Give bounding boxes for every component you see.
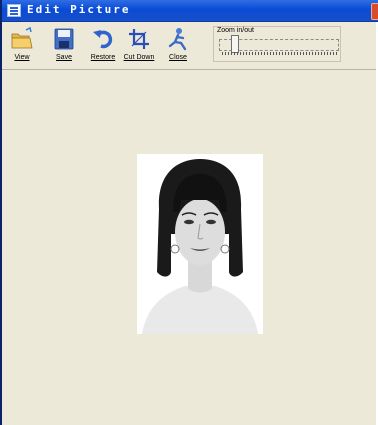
cut-down-label: Cut Down <box>123 54 155 61</box>
portrait-photo <box>137 154 263 334</box>
portrait-image <box>137 154 263 334</box>
crop-icon <box>129 29 149 49</box>
restore-label: Restore <box>90 54 116 61</box>
zoom-ticks <box>222 52 338 55</box>
edit-picture-window: Edit Picture View Save Restore Cut Down … <box>0 0 378 425</box>
window-close-button[interactable] <box>371 3 378 20</box>
window-icon <box>7 4 21 17</box>
zoom-group: Zoom in/out <box>213 26 341 62</box>
title-bar[interactable]: Edit Picture <box>2 0 378 22</box>
exit-figure-icon <box>168 28 187 51</box>
close-label: Close <box>169 54 187 61</box>
picture-canvas[interactable] <box>2 70 378 425</box>
restore-button[interactable]: Restore <box>88 24 118 66</box>
cut-down-button[interactable]: Cut Down <box>123 24 155 66</box>
view-button[interactable]: View <box>10 24 34 66</box>
zoom-label: Zoom in/out <box>217 27 254 34</box>
save-button[interactable]: Save <box>52 24 76 66</box>
folder-open-icon <box>11 26 33 49</box>
save-label: Save <box>56 54 72 61</box>
toolbar: View Save Restore Cut Down Close Zoom in… <box>2 22 378 70</box>
floppy-disk-icon <box>54 28 74 50</box>
view-label: View <box>14 54 30 61</box>
close-button[interactable]: Close <box>166 24 190 66</box>
window-title: Edit Picture <box>27 3 131 16</box>
undo-arrow-icon <box>93 30 113 49</box>
zoom-slider-thumb[interactable] <box>231 35 240 53</box>
